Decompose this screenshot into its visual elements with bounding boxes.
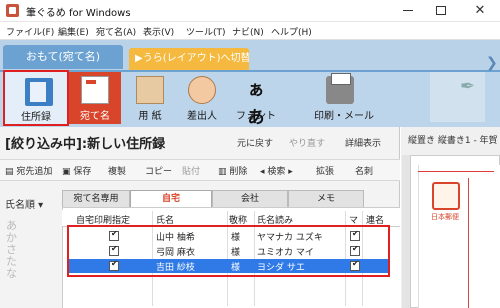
- address-book-label: 住所録: [21, 112, 51, 123]
- details-button[interactable]: 詳細表示: [345, 136, 381, 149]
- stamp-label: 日本郵便: [431, 213, 459, 221]
- menu-file[interactable]: ファイル(F): [6, 25, 54, 38]
- tab-back-side-switch[interactable]: ▶うら(レイアウト)へ切替: [129, 48, 249, 70]
- menu-bar: ファイル(F) 編集(E) 宛て名(A) 表示(V) ツール(T) ナビ(N) …: [0, 22, 500, 40]
- paste-button[interactable]: 貼付: [182, 164, 200, 177]
- paper-icon: [136, 76, 164, 104]
- save-button[interactable]: ▣ 保存: [62, 164, 91, 177]
- delete-button[interactable]: ▥ 削除: [218, 164, 247, 177]
- tab-memo[interactable]: メモ: [288, 190, 364, 207]
- stamp-icon: [432, 182, 460, 210]
- close-button[interactable]: ✕: [470, 1, 490, 21]
- printer-icon: [326, 73, 354, 104]
- menu-atena[interactable]: 宛て名(A): [96, 25, 136, 38]
- preview-scrollbar[interactable]: [402, 155, 410, 308]
- font-button[interactable]: ぁあ フォント: [230, 72, 282, 128]
- address-guide-line: [468, 178, 469, 308]
- paper-label: 用 紙: [138, 111, 162, 122]
- sort-order-label: 氏名順: [5, 200, 35, 211]
- postal-code-line: [418, 171, 494, 172]
- copy-button[interactable]: コピー: [145, 164, 172, 177]
- atena-button[interactable]: 宛て名: [69, 72, 121, 124]
- duplicate-button[interactable]: 複製: [108, 164, 126, 177]
- name-card-icon: [81, 76, 109, 104]
- search-label: 検索: [267, 167, 286, 177]
- minimize-button[interactable]: [403, 10, 413, 11]
- list-title: [絞り込み中]:新しい住所録: [5, 137, 166, 152]
- font-icon: ぁあ: [247, 80, 265, 128]
- app-logo-icon: [6, 4, 19, 17]
- window-title: 筆ぐるめ for Windows: [26, 8, 131, 19]
- sort-order-dropdown[interactable]: 氏名順 ▾: [5, 196, 43, 211]
- address-book-button[interactable]: 住所録: [3, 70, 69, 126]
- tab-front-side[interactable]: おもて(宛て名): [3, 45, 123, 69]
- sender-label: 差出人: [187, 111, 217, 122]
- tab-company[interactable]: 会社: [212, 190, 288, 207]
- preview-layout-label: 縦置き 縦書き1 - 年賀: [408, 136, 498, 146]
- navi-arrow-icon[interactable]: ❯: [486, 55, 500, 85]
- search-button[interactable]: ◂ 検索 ▸: [260, 164, 293, 177]
- font-label: フォント: [236, 111, 276, 122]
- tab-atena-only[interactable]: 宛て名専用: [62, 190, 130, 207]
- atena-label: 宛て名: [80, 111, 110, 122]
- tab-home[interactable]: 自宅: [130, 190, 212, 207]
- navi-illustration: [430, 72, 485, 122]
- add-recipient-label: 宛先追加: [16, 167, 53, 177]
- address-book-icon: [25, 78, 53, 106]
- maximize-button[interactable]: [436, 6, 446, 15]
- undo-button[interactable]: 元に戻す: [237, 136, 273, 149]
- menu-help[interactable]: ヘルプ(H): [271, 25, 312, 38]
- kana-index[interactable]: あかさたな: [6, 220, 18, 280]
- redo-button[interactable]: やり直す: [289, 136, 325, 149]
- business-card-button[interactable]: 名刺: [355, 164, 373, 177]
- add-recipient-button[interactable]: ▤ 宛先追加: [5, 164, 52, 177]
- extend-button[interactable]: 拡張: [316, 164, 334, 177]
- menu-tools[interactable]: ツール(T): [186, 25, 226, 38]
- delete-label: 削除: [229, 167, 248, 177]
- sender-icon: [188, 76, 216, 104]
- menu-edit[interactable]: 編集(E): [58, 25, 89, 38]
- sender-button[interactable]: 差出人: [176, 72, 228, 124]
- print-mail-button[interactable]: 印刷・メール: [314, 72, 374, 124]
- menu-view[interactable]: 表示(V): [143, 25, 174, 38]
- save-label: 保存: [73, 167, 92, 177]
- paper-button[interactable]: 用 紙: [124, 72, 176, 124]
- print-mail-label: 印刷・メール: [314, 111, 374, 122]
- highlight-box: [67, 225, 390, 277]
- menu-navi[interactable]: ナビ(N): [232, 25, 264, 38]
